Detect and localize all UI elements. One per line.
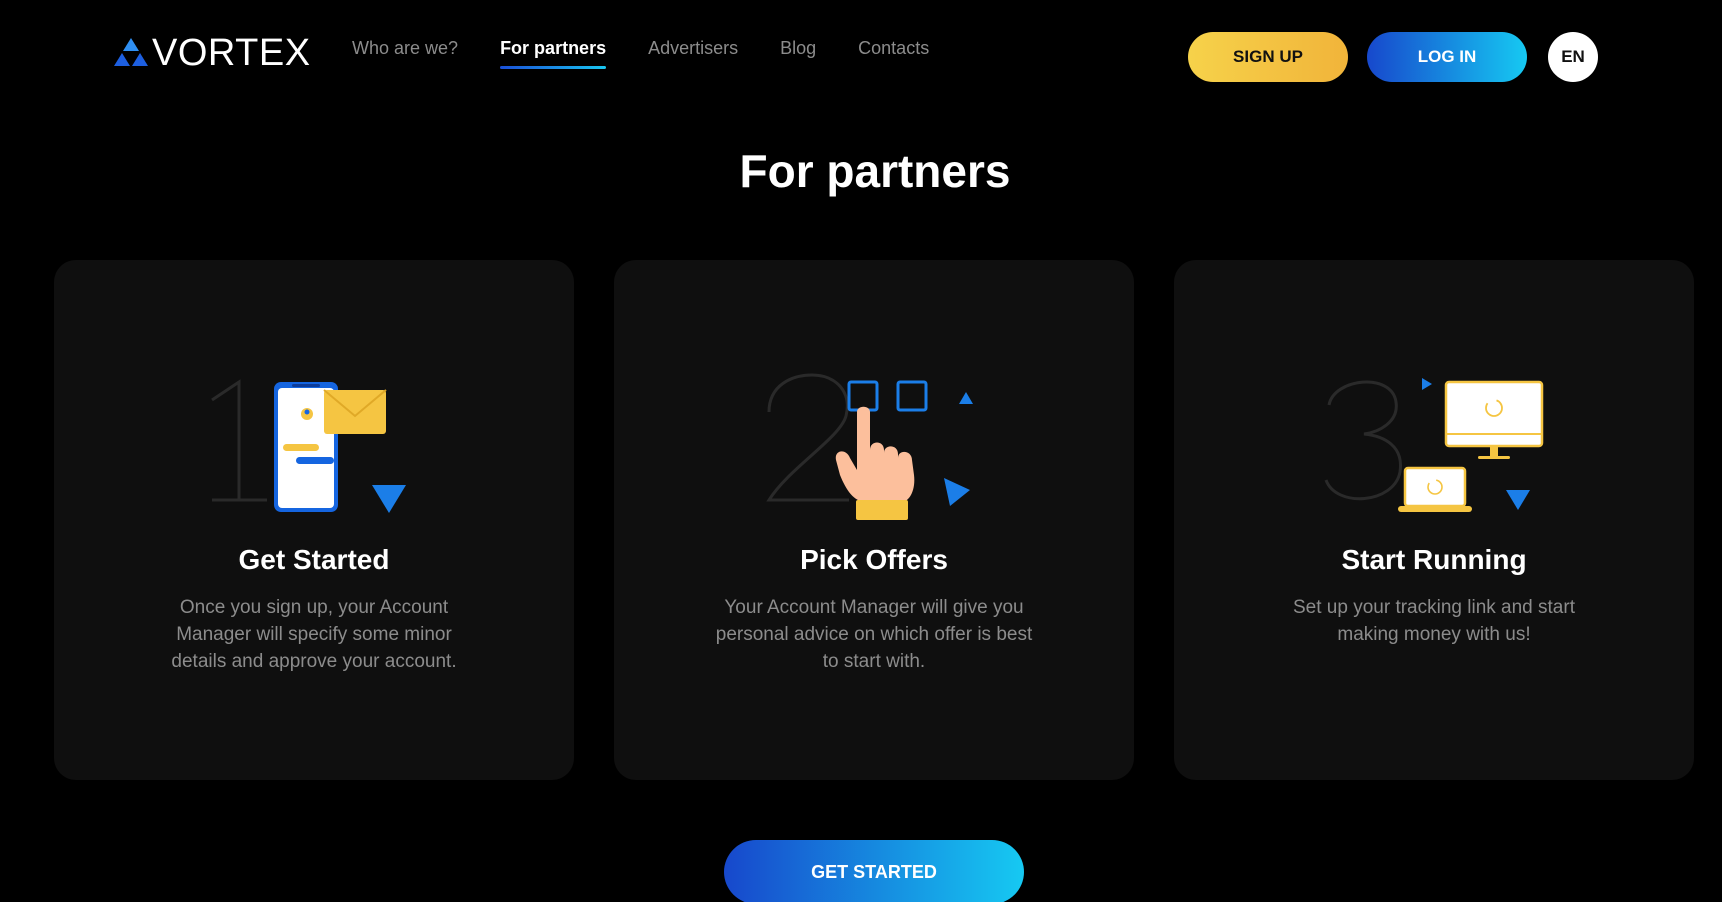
- step-card-get-started: Get Started Once you sign up, your Accou…: [54, 260, 574, 780]
- get-started-button[interactable]: GET STARTED: [724, 840, 1024, 902]
- nav-advertisers[interactable]: Advertisers: [648, 38, 738, 69]
- log-in-button[interactable]: LOG IN: [1367, 32, 1527, 82]
- nav-blog[interactable]: Blog: [780, 38, 816, 69]
- phone-chat-icon: [211, 379, 406, 513]
- card-title: Pick Offers: [800, 544, 948, 575]
- page-title: For partners: [739, 145, 1011, 197]
- card-title: Get Started: [238, 544, 390, 575]
- nav-who-are-we[interactable]: Who are we?: [352, 38, 458, 69]
- vortex-logo-icon: [114, 38, 148, 66]
- monitor-icon: [1324, 378, 1544, 512]
- envelope-icon: [323, 389, 387, 434]
- language-button[interactable]: EN: [1548, 32, 1598, 82]
- card-description: Once you sign up, your Account Manager w…: [171, 597, 457, 672]
- vortex-logo[interactable]: VORTEX: [114, 34, 311, 72]
- card-description: Set up your tracking link and start maki…: [1293, 597, 1575, 645]
- pointing-hand-icon: [766, 373, 973, 520]
- step-card-pick-offers: Pick Offers Your Account Manager will gi…: [614, 260, 1134, 780]
- nav-contacts[interactable]: Contacts: [858, 38, 929, 69]
- nav-for-partners[interactable]: For partners: [500, 38, 607, 69]
- card-description: Your Account Manager will give you perso…: [715, 597, 1033, 672]
- sign-up-button[interactable]: SIGN UP: [1188, 32, 1348, 82]
- step-card-start-running: Start Running Set up your tracking link …: [1174, 260, 1694, 780]
- card-title: Start Running: [1341, 544, 1527, 575]
- logo-text: VORTEX: [152, 32, 311, 74]
- laptop-icon: [1398, 466, 1472, 512]
- main-nav: Who are we? For partners Advertisers Blo…: [352, 38, 971, 69]
- site-header: VORTEX Who are we? For partners Advertis…: [0, 0, 1722, 110]
